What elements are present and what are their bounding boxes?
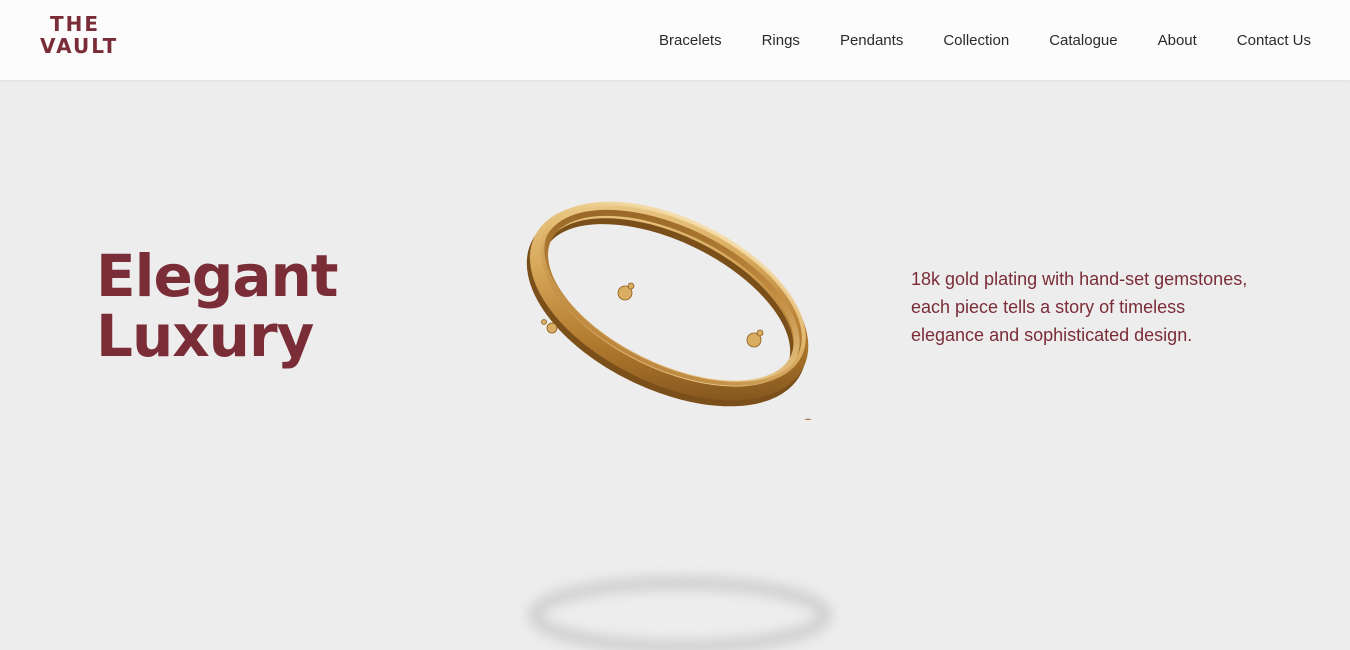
nav-contact-us[interactable]: Contact Us: [1237, 32, 1311, 49]
nav-rings[interactable]: Rings: [762, 32, 800, 49]
nav-pendants[interactable]: Pendants: [840, 32, 903, 49]
nav-catalogue[interactable]: Catalogue: [1049, 32, 1117, 49]
logo-line-1: THE: [49, 12, 101, 36]
site-header: THE VAULT Bracelets Rings Pendants Colle…: [0, 0, 1350, 80]
nav-about[interactable]: About: [1158, 32, 1197, 49]
main-nav: Bracelets Rings Pendants Collection Cata…: [659, 0, 1311, 80]
headline-line-2: Luxury: [96, 302, 314, 370]
headline-line-1: Elegant: [96, 242, 339, 310]
nav-bracelets[interactable]: Bracelets: [659, 32, 722, 49]
nav-collection[interactable]: Collection: [943, 32, 1009, 49]
gold-bracelet-image: [526, 201, 812, 420]
bracelet-shadow: [528, 576, 832, 650]
hero-description: 18k gold plating with hand-set gemstones…: [911, 269, 1248, 345]
hero-headline: Elegant Luxury: [96, 242, 339, 370]
hero-section: Elegant Luxury 18k gold plating with han…: [0, 80, 1350, 650]
logo-line-2: VAULT: [40, 34, 119, 58]
site-logo[interactable]: THE VAULT: [40, 12, 119, 58]
